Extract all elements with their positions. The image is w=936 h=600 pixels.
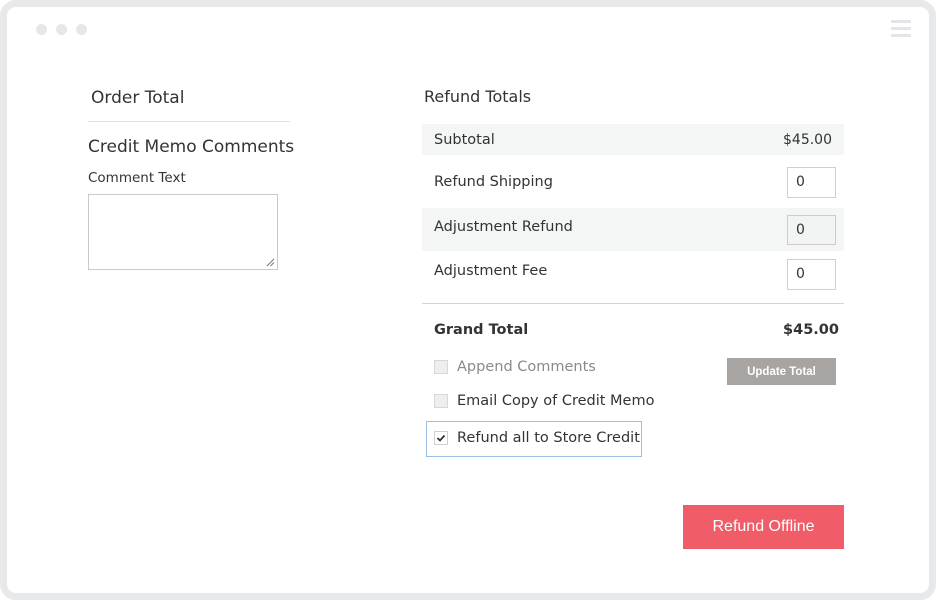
refund-shipping-label: Refund Shipping (434, 174, 553, 190)
checkmark-icon (436, 434, 446, 442)
adjustment-fee-input[interactable]: 0 (787, 258, 836, 290)
grand-total-label: Grand Total (434, 322, 529, 338)
email-copy-label: Email Copy of Credit Memo (457, 393, 655, 409)
adjustment-refund-input[interactable]: 0 (787, 214, 836, 245)
adjustment-refund-label: Adjustment Refund (434, 219, 573, 235)
grand-total-row: Grand Total $45.00 (434, 322, 839, 338)
hamburger-menu-icon[interactable] (891, 20, 911, 37)
credit-memo-comments-title: Credit Memo Comments (88, 137, 295, 157)
grand-total-value: $45.00 (783, 322, 839, 338)
subtotal-row: Subtotal $45.00 (422, 124, 844, 155)
resize-grip-icon[interactable] (266, 258, 275, 267)
comment-text-label: Comment Text (88, 170, 186, 186)
order-total-title: Order Total (91, 88, 185, 108)
refund-store-credit-option[interactable]: Refund all to Store Credit (434, 430, 640, 446)
order-total-section: Order Total (88, 86, 308, 110)
window-dot-icon (76, 24, 87, 35)
comment-text-input[interactable] (88, 194, 278, 270)
append-comments-checkbox[interactable] (434, 360, 448, 374)
window-dot-icon (36, 24, 47, 35)
email-copy-option[interactable]: Email Copy of Credit Memo (434, 393, 654, 409)
divider (422, 303, 844, 304)
refund-shipping-input[interactable]: 0 (787, 166, 836, 198)
update-total-button[interactable]: Update Total (727, 358, 836, 385)
refund-shipping-row: Refund Shipping 0 (422, 159, 844, 205)
append-comments-label: Append Comments (457, 359, 596, 375)
window-controls (36, 24, 87, 35)
append-comments-option[interactable]: Append Comments (434, 359, 596, 375)
refund-store-credit-checkbox[interactable] (434, 431, 448, 445)
adjustment-fee-row: Adjustment Fee 0 (422, 252, 844, 296)
refund-totals-title: Refund Totals (424, 87, 532, 106)
refund-store-credit-label: Refund all to Store Credit (457, 430, 640, 446)
divider (88, 121, 290, 122)
subtotal-label: Subtotal (434, 131, 495, 148)
window-dot-icon (56, 24, 67, 35)
refund-offline-button[interactable]: Refund Offline (683, 505, 844, 549)
subtotal-value: $45.00 (783, 131, 832, 148)
adjustment-refund-row: Adjustment Refund 0 (422, 208, 844, 251)
email-copy-checkbox[interactable] (434, 394, 448, 408)
adjustment-fee-label: Adjustment Fee (434, 263, 548, 279)
